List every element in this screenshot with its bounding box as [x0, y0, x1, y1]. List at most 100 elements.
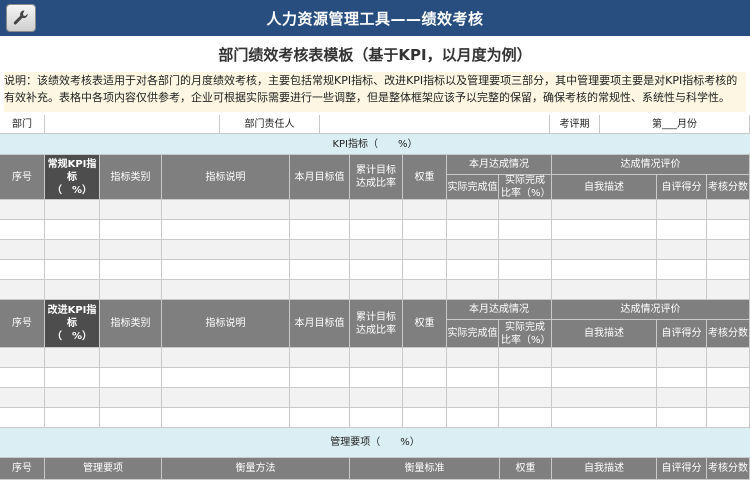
kpi-cell[interactable] — [552, 220, 657, 240]
kpi-cell[interactable] — [552, 260, 657, 280]
kpi-cell[interactable] — [403, 220, 447, 240]
improve-kpi-cell[interactable] — [290, 388, 350, 408]
improve-kpi-cell[interactable] — [447, 388, 499, 408]
kpi-cell[interactable] — [707, 220, 750, 240]
kpi-cell[interactable] — [100, 260, 162, 280]
kpi-cell[interactable] — [45, 200, 100, 220]
kpi-cell[interactable] — [657, 220, 707, 240]
improve-kpi-cell[interactable] — [100, 388, 162, 408]
kpi-cell[interactable] — [403, 240, 447, 260]
improve-kpi-cell[interactable] — [403, 388, 447, 408]
kpi-cell[interactable] — [707, 200, 750, 220]
improve-kpi-cell[interactable] — [499, 348, 552, 368]
improve-kpi-cell[interactable] — [162, 368, 290, 388]
improve-kpi-cell[interactable] — [707, 348, 750, 368]
improve-kpi-cell[interactable] — [350, 388, 403, 408]
kpi-cell[interactable] — [162, 200, 290, 220]
kpi-cell[interactable] — [290, 240, 350, 260]
kpi-cell[interactable] — [657, 200, 707, 220]
kpi-cell[interactable] — [499, 240, 552, 260]
improve-kpi-cell[interactable] — [162, 388, 290, 408]
improve-kpi-cell[interactable] — [552, 388, 657, 408]
improve-kpi-cell[interactable] — [100, 408, 162, 428]
kpi-cell[interactable] — [100, 280, 162, 300]
improve-kpi-cell[interactable] — [657, 388, 707, 408]
improve-kpi-cell[interactable] — [403, 408, 447, 428]
improve-kpi-cell[interactable] — [447, 408, 499, 428]
improve-kpi-cell[interactable] — [0, 408, 45, 428]
improve-kpi-cell[interactable] — [350, 348, 403, 368]
kpi-cell[interactable] — [499, 200, 552, 220]
kpi-cell[interactable] — [0, 220, 45, 240]
improve-kpi-cell[interactable] — [447, 348, 499, 368]
kpi-cell[interactable] — [447, 240, 499, 260]
kpi-cell[interactable] — [45, 220, 100, 240]
improve-kpi-cell[interactable] — [657, 348, 707, 368]
kpi-cell[interactable] — [162, 260, 290, 280]
kpi-cell[interactable] — [162, 240, 290, 260]
improve-kpi-cell[interactable] — [707, 368, 750, 388]
kpi-cell[interactable] — [447, 260, 499, 280]
kpi-cell[interactable] — [0, 280, 45, 300]
kpi-cell[interactable] — [403, 280, 447, 300]
kpi-cell[interactable] — [290, 260, 350, 280]
kpi-cell[interactable] — [447, 220, 499, 240]
improve-kpi-cell[interactable] — [499, 368, 552, 388]
improve-kpi-cell[interactable] — [45, 408, 100, 428]
improve-kpi-cell[interactable] — [350, 408, 403, 428]
improve-kpi-cell[interactable] — [657, 368, 707, 388]
improve-kpi-cell[interactable] — [499, 388, 552, 408]
kpi-cell[interactable] — [707, 240, 750, 260]
improve-kpi-cell[interactable] — [447, 368, 499, 388]
kpi-cell[interactable] — [447, 200, 499, 220]
kpi-cell[interactable] — [45, 240, 100, 260]
improve-kpi-cell[interactable] — [45, 368, 100, 388]
kpi-cell[interactable] — [657, 280, 707, 300]
kpi-cell[interactable] — [350, 200, 403, 220]
leader-field[interactable] — [320, 115, 550, 134]
improve-kpi-cell[interactable] — [552, 368, 657, 388]
improve-kpi-cell[interactable] — [100, 348, 162, 368]
kpi-cell[interactable] — [707, 280, 750, 300]
improve-kpi-cell[interactable] — [0, 388, 45, 408]
kpi-cell[interactable] — [350, 240, 403, 260]
kpi-cell[interactable] — [45, 260, 100, 280]
kpi-cell[interactable] — [290, 200, 350, 220]
kpi-cell[interactable] — [552, 200, 657, 220]
improve-kpi-cell[interactable] — [290, 368, 350, 388]
kpi-cell[interactable] — [290, 280, 350, 300]
dept-field[interactable] — [45, 115, 220, 134]
improve-kpi-cell[interactable] — [162, 348, 290, 368]
improve-kpi-cell[interactable] — [707, 388, 750, 408]
improve-kpi-cell[interactable] — [552, 348, 657, 368]
kpi-cell[interactable] — [499, 220, 552, 240]
kpi-cell[interactable] — [350, 220, 403, 240]
improve-kpi-cell[interactable] — [100, 368, 162, 388]
improve-kpi-cell[interactable] — [403, 348, 447, 368]
kpi-cell[interactable] — [403, 200, 447, 220]
improve-kpi-cell[interactable] — [657, 408, 707, 428]
kpi-cell[interactable] — [100, 240, 162, 260]
improve-kpi-cell[interactable] — [499, 408, 552, 428]
improve-kpi-cell[interactable] — [403, 368, 447, 388]
kpi-cell[interactable] — [162, 280, 290, 300]
kpi-cell[interactable] — [552, 280, 657, 300]
improve-kpi-cell[interactable] — [350, 368, 403, 388]
kpi-cell[interactable] — [290, 220, 350, 240]
improve-kpi-cell[interactable] — [290, 348, 350, 368]
improve-kpi-cell[interactable] — [45, 348, 100, 368]
kpi-cell[interactable] — [100, 220, 162, 240]
improve-kpi-cell[interactable] — [0, 368, 45, 388]
improve-kpi-cell[interactable] — [552, 408, 657, 428]
kpi-cell[interactable] — [162, 220, 290, 240]
kpi-cell[interactable] — [657, 260, 707, 280]
kpi-cell[interactable] — [45, 280, 100, 300]
kpi-cell[interactable] — [0, 240, 45, 260]
improve-kpi-cell[interactable] — [0, 348, 45, 368]
kpi-cell[interactable] — [657, 240, 707, 260]
kpi-cell[interactable] — [403, 260, 447, 280]
kpi-cell[interactable] — [552, 240, 657, 260]
kpi-cell[interactable] — [350, 260, 403, 280]
improve-kpi-cell[interactable] — [290, 408, 350, 428]
improve-kpi-cell[interactable] — [162, 408, 290, 428]
